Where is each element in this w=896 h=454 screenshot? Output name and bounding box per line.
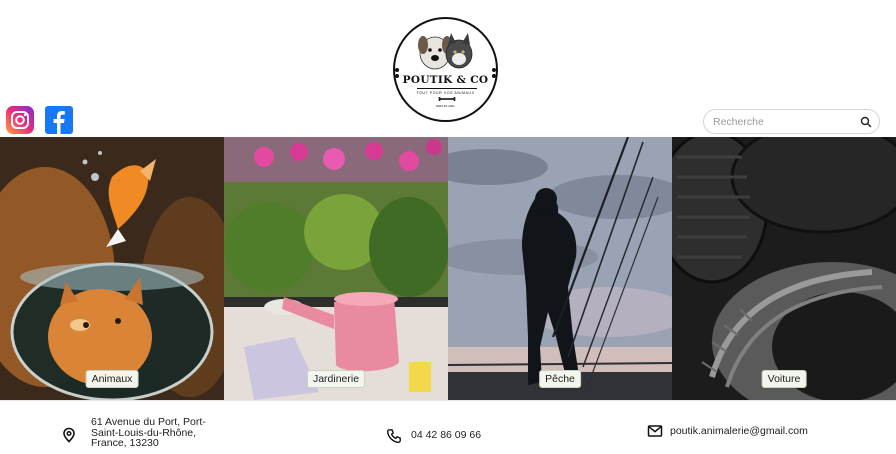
animaux-photo [0,137,224,400]
category-tile-voiture[interactable]: Voiture [672,137,896,400]
bone-icon [438,97,456,101]
address-line-3: France, 13230 [91,437,159,449]
address: 61 Avenue du Port, Port- Saint-Louis-du-… [91,417,231,449]
facebook-link[interactable] [45,106,73,134]
email-address[interactable]: poutik.animalerie@gmail.com [670,426,808,437]
category-label-jardinerie[interactable]: Jardinerie [306,370,366,388]
search-icon[interactable] [860,116,872,128]
mail-icon [647,425,663,437]
instagram-link[interactable] [6,106,34,134]
poutik-logo[interactable]: POUTIK & CO TOUT POUR VOS ANIMAUX DEPUIS… [393,17,498,122]
facebook-icon [53,111,65,134]
location-pin-icon [63,427,75,443]
jardinerie-photo [224,137,448,400]
search-bar[interactable] [703,109,880,134]
category-label-animaux[interactable]: Animaux [85,370,139,388]
category-tile-animaux[interactable]: Animaux [0,137,224,400]
peche-photo [448,137,672,400]
logo-brand-name: POUTIK & CO [402,74,489,86]
category-label-peche[interactable]: Pêche [539,370,581,388]
header: POUTIK & CO TOUT POUR VOS ANIMAUX DEPUIS… [0,0,896,137]
instagram-icon [11,111,29,129]
phone-number[interactable]: 04 42 86 09 66 [411,430,481,441]
dog-cat-illustration [418,33,473,70]
search-input[interactable] [713,114,853,130]
category-gallery: Animaux Jardinerie Pêche Voiture [0,137,896,400]
address-line-1: 61 Avenue du Port, Port- [91,416,206,428]
category-label-voiture[interactable]: Voiture [761,370,807,388]
logo-since: DEPUIS 2021 [436,104,455,108]
logo-tagline: TOUT POUR VOS ANIMAUX [416,91,475,95]
logo-divider [417,88,477,89]
phone-icon [386,429,401,444]
category-tile-peche[interactable]: Pêche [448,137,672,400]
voiture-photo [672,137,896,400]
footer: 61 Avenue du Port, Port- Saint-Louis-du-… [0,400,896,454]
category-tile-jardinerie[interactable]: Jardinerie [224,137,448,400]
